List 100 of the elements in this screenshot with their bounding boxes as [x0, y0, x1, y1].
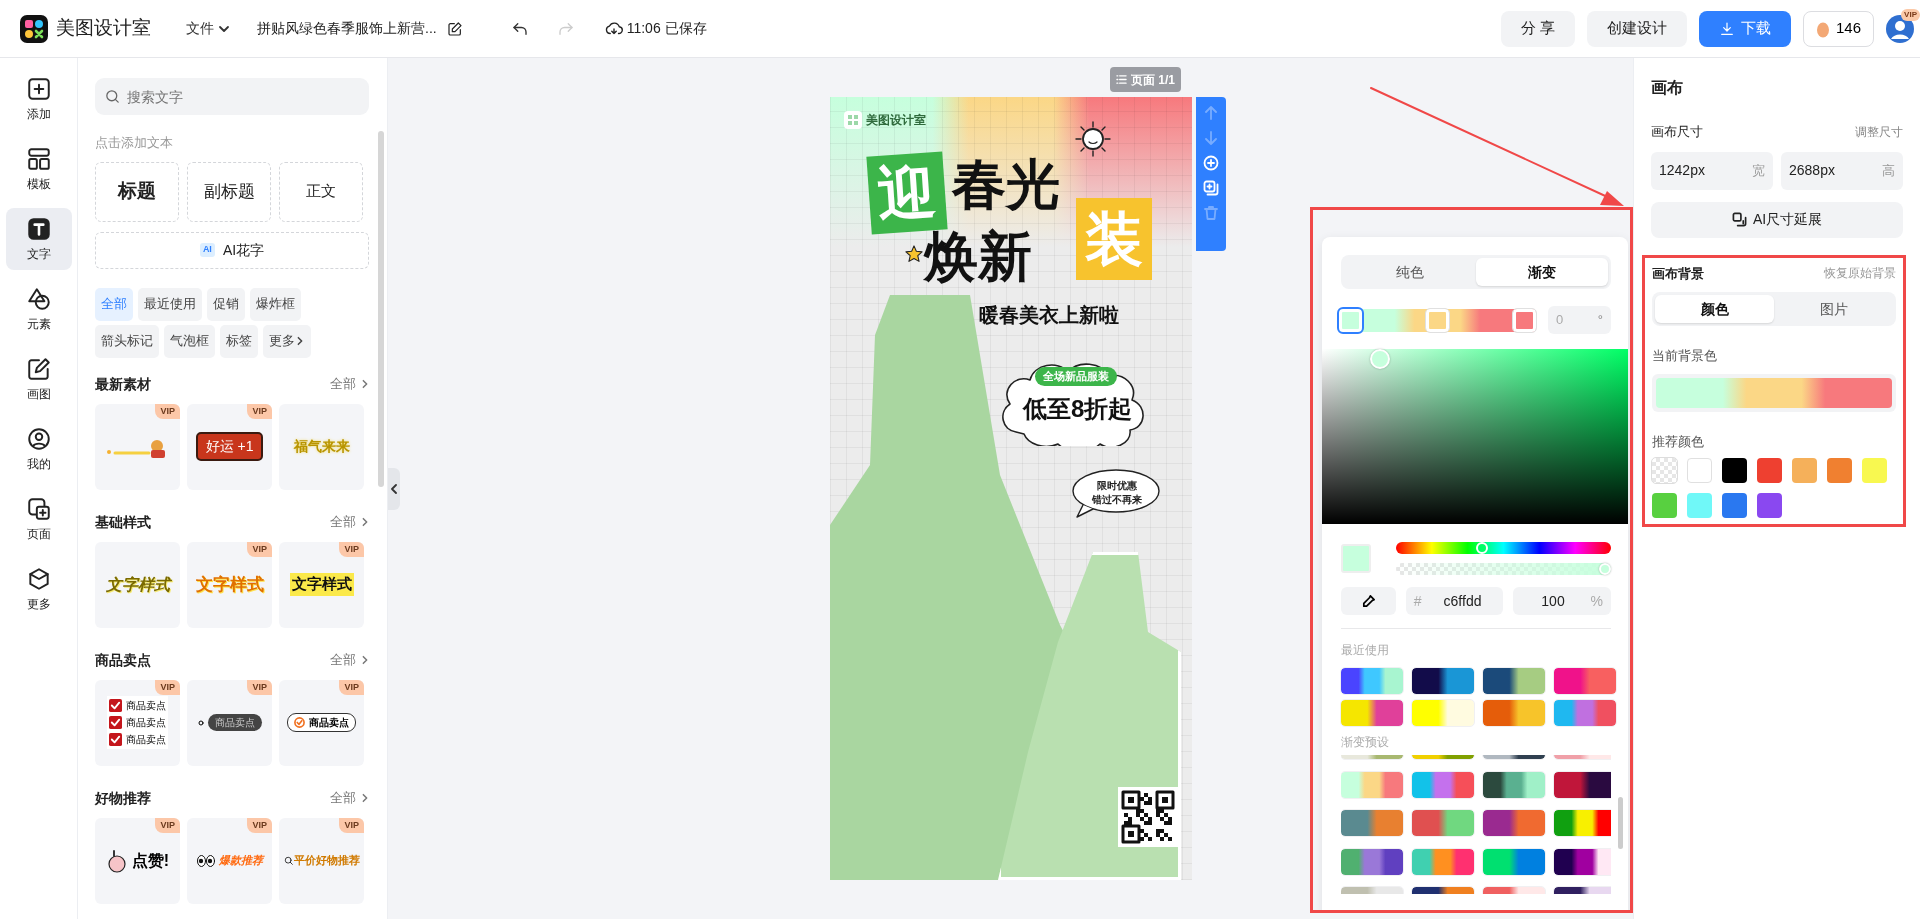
see-all-link[interactable]: 全部: [330, 788, 370, 808]
see-all-link[interactable]: 全部: [330, 512, 370, 532]
text-preset-button[interactable]: 正文: [279, 161, 363, 222]
filter-chip[interactable]: 标签: [220, 324, 258, 358]
edit-icon[interactable]: [446, 20, 463, 37]
file-menu[interactable]: 文件: [186, 18, 230, 39]
gradient-swatch[interactable]: [1412, 771, 1474, 798]
sticker-thumbnail[interactable]: VIP 商品卖点 商品卖点 商品卖点: [95, 679, 180, 766]
gradient-swatch[interactable]: [1483, 700, 1545, 726]
text-preset-button[interactable]: 副标题: [187, 161, 271, 222]
mode-tab[interactable]: 纯色: [1344, 258, 1476, 286]
text-preset-button[interactable]: 标题: [95, 161, 179, 222]
gradient-swatch[interactable]: [1554, 700, 1616, 726]
collapse-handle[interactable]: [388, 468, 400, 510]
gradient-swatch[interactable]: [1483, 771, 1545, 798]
resize-link[interactable]: 调整尺寸: [1855, 122, 1903, 141]
filter-chip[interactable]: 气泡框: [164, 324, 215, 358]
slider-thumb[interactable]: [1476, 542, 1488, 554]
tab[interactable]: 图片: [1774, 295, 1893, 323]
gradient-swatch[interactable]: [1412, 700, 1474, 726]
gradient-swatch[interactable]: [1341, 848, 1403, 875]
share-button[interactable]: 分 享: [1500, 10, 1575, 47]
gradient-swatch[interactable]: [1412, 848, 1474, 875]
gradient-swatch[interactable]: [1341, 700, 1403, 726]
gradient-stop[interactable]: [1513, 308, 1536, 332]
height-field[interactable]: 2688px 高: [1781, 151, 1903, 190]
download-button[interactable]: 下载: [1698, 10, 1791, 47]
color-swatch[interactable]: [1757, 458, 1782, 483]
see-all-link[interactable]: 全部: [330, 374, 370, 394]
sticker-thumbnail[interactable]: 文字样式: [95, 541, 180, 628]
sidebar-item[interactable]: 添加: [5, 68, 72, 130]
ai-extend-button[interactable]: AI尺寸延展: [1651, 201, 1903, 238]
color-swatch[interactable]: [1792, 458, 1817, 483]
create-button[interactable]: 创建设计: [1586, 10, 1687, 47]
color-swatch[interactable]: [1652, 493, 1677, 518]
color-swatch[interactable]: [1827, 458, 1852, 483]
sidebar-item[interactable]: 画图: [5, 348, 72, 410]
sidebar-item[interactable]: 文字: [5, 208, 72, 270]
gradient-swatch[interactable]: [1341, 810, 1403, 836]
color-thumb[interactable]: [1370, 349, 1390, 369]
gradient-swatch[interactable]: [1554, 810, 1611, 836]
angle-field[interactable]: 0 °: [1548, 306, 1611, 334]
gradient-swatch[interactable]: [1483, 810, 1545, 836]
sticker-thumbnail[interactable]: VIP 点赞!: [95, 817, 180, 904]
credits-button[interactable]: 146: [1802, 10, 1874, 47]
sidebar-item[interactable]: 我的: [5, 418, 72, 480]
sidebar-item[interactable]: 更多: [5, 558, 72, 620]
filter-chip[interactable]: 箭头标记: [95, 324, 159, 358]
gradient-swatch[interactable]: [1483, 668, 1545, 694]
filter-chip[interactable]: 最近使用: [138, 287, 202, 321]
color-swatch[interactable]: [1687, 458, 1712, 483]
color-swatch[interactable]: [1722, 493, 1747, 518]
toolbar-button[interactable]: [1203, 155, 1219, 171]
filter-chip[interactable]: 爆炸框: [250, 287, 301, 321]
filter-chip[interactable]: 促销: [207, 287, 245, 321]
mode-tab[interactable]: 渐变: [1476, 258, 1608, 286]
gradient-swatch[interactable]: [1341, 668, 1403, 694]
color-swatch[interactable]: [1722, 458, 1747, 483]
color-swatch[interactable]: [1757, 493, 1782, 518]
saturation-panel[interactable]: [1322, 349, 1628, 524]
sticker-thumbnail[interactable]: VIP 好运 +1: [187, 403, 272, 490]
search-field[interactable]: 搜索文字: [95, 78, 369, 115]
gradient-bar[interactable]: [1339, 308, 1536, 332]
sticker-thumbnail[interactable]: VIP 商品卖点: [187, 679, 272, 766]
hash-prefix: #: [1413, 591, 1422, 611]
gradient-stop[interactable]: [1339, 308, 1362, 332]
filter-chip[interactable]: 更多: [263, 324, 311, 358]
hex-field[interactable]: # c6ffdd: [1405, 587, 1504, 615]
transparent-swatch[interactable]: [1652, 458, 1677, 483]
sticker-thumbnail[interactable]: VIP 爆款推荐: [187, 817, 272, 904]
gradient-swatch[interactable]: [1554, 668, 1616, 694]
sidebar-item[interactable]: 元素: [5, 278, 72, 340]
opacity-slider[interactable]: [1396, 563, 1611, 575]
gradient-swatch[interactable]: [1483, 848, 1545, 875]
sticker-thumbnail[interactable]: VIP 商品卖点: [279, 679, 364, 766]
opacity-field[interactable]: 100 %: [1513, 587, 1611, 615]
sticker-thumbnail[interactable]: VIP 文字样式: [187, 541, 272, 628]
slider-thumb[interactable]: [1599, 563, 1611, 575]
tab[interactable]: 颜色: [1655, 295, 1774, 323]
ai-text-button[interactable]: AI AI花字: [95, 231, 369, 269]
sticker-thumbnail[interactable]: VIP: [95, 403, 180, 490]
sidebar-item[interactable]: 模板: [5, 138, 72, 200]
scrollbar[interactable]: [1618, 797, 1623, 849]
scrollbar[interactable]: [378, 131, 384, 487]
eyedropper-button[interactable]: [1341, 587, 1396, 615]
gradient-swatch[interactable]: [1412, 810, 1474, 836]
toolbar-button[interactable]: [1203, 180, 1219, 196]
eyedropper-icon: [1360, 593, 1376, 609]
color-swatch[interactable]: [1862, 458, 1887, 483]
sticker-thumbnail[interactable]: VIP 平价好物推荐: [279, 817, 364, 904]
gradient-swatch[interactable]: [1412, 668, 1474, 694]
see-all-link[interactable]: 全部: [330, 650, 370, 670]
gradient-swatch[interactable]: [1554, 848, 1611, 875]
gradient-swatch[interactable]: [1554, 771, 1611, 798]
sticker-thumbnail[interactable]: VIP 文字样式: [279, 541, 364, 628]
sidebar-item[interactable]: 页面: [5, 488, 72, 550]
width-field[interactable]: 1242px 宽: [1651, 151, 1773, 190]
hue-slider[interactable]: [1396, 542, 1611, 554]
color-swatch[interactable]: [1687, 493, 1712, 518]
gradient-swatch[interactable]: [1341, 771, 1403, 798]
